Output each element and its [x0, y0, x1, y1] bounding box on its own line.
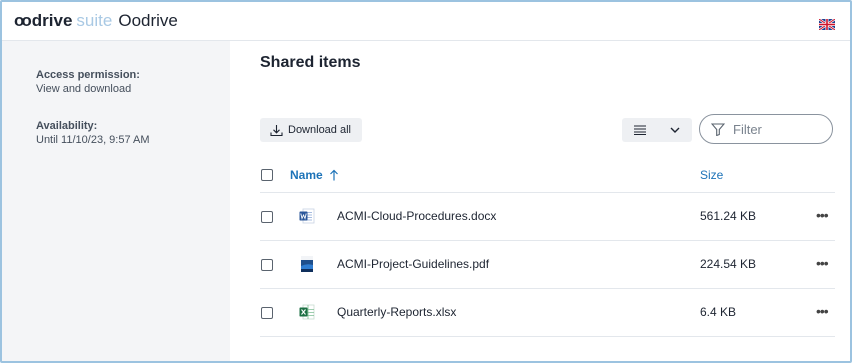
filter-field[interactable]	[699, 114, 833, 144]
file-name[interactable]: ACMI-Project-Guidelines.pdf	[337, 257, 489, 271]
row-checkbox[interactable]	[261, 211, 273, 223]
pdf-file-icon	[301, 256, 313, 272]
table-header: Name Size	[260, 159, 835, 193]
download-icon	[270, 124, 283, 136]
file-size: 6.4 KB	[700, 305, 737, 319]
file-size: 561.24 KB	[700, 209, 757, 223]
files-table: Name Size ACMI-Cloud-Procedures.docx 561…	[260, 159, 835, 337]
more-options-button[interactable]: •••	[816, 303, 829, 319]
table-row[interactable]: Quarterly-Reports.xlsx 6.4 KB •••	[260, 289, 835, 337]
logo-brand: oodrive	[14, 11, 73, 30]
sidebar: Access permission: View and download Ava…	[2, 41, 230, 361]
download-all-label: Download all	[288, 124, 351, 136]
file-size: 224.54 KB	[700, 257, 757, 271]
app-window: oodrive suite Oodrive Access permission: V…	[0, 0, 852, 363]
more-options-button[interactable]: •••	[816, 255, 829, 271]
table-row[interactable]: ACMI-Project-Guidelines.pdf 224.54 KB ••…	[260, 241, 835, 289]
column-header-name[interactable]: Name	[290, 168, 339, 182]
file-name[interactable]: ACMI-Cloud-Procedures.docx	[337, 209, 496, 223]
uk-flag-icon[interactable]	[819, 19, 835, 30]
access-permission: Access permission: View and download	[36, 68, 140, 96]
table-row[interactable]: ACMI-Cloud-Procedures.docx 561.24 KB •••	[260, 193, 835, 241]
download-all-button[interactable]: Download all	[260, 118, 362, 142]
filter-input[interactable]	[731, 120, 825, 138]
availability-value: Until 11/10/23, 9:57 AM	[36, 134, 150, 146]
page-title: Shared items	[260, 54, 361, 71]
column-header-size[interactable]: Size	[700, 168, 723, 182]
file-name[interactable]: Quarterly-Reports.xlsx	[337, 305, 456, 319]
app-logo[interactable]: oodrive suite Oodrive	[14, 11, 178, 31]
org-name: Oodrive	[118, 11, 178, 30]
row-checkbox[interactable]	[261, 259, 273, 271]
availability: Availability: Until 11/10/23, 9:57 AM	[36, 119, 150, 147]
access-permission-value: View and download	[36, 83, 132, 95]
main-content: Shared items Download all Filter Name Si…	[230, 41, 850, 361]
more-options-button[interactable]: •••	[816, 207, 829, 223]
excel-file-icon	[299, 304, 315, 320]
filter-icon	[711, 122, 725, 136]
view-mode-dropdown[interactable]	[622, 118, 692, 142]
availability-label: Availability:	[36, 120, 98, 132]
chevron-down-icon	[670, 127, 680, 133]
select-all-checkbox[interactable]	[261, 169, 273, 181]
row-checkbox[interactable]	[261, 307, 273, 319]
list-view-icon	[634, 125, 646, 135]
logo-suite: suite	[76, 11, 113, 30]
top-bar: oodrive suite Oodrive	[2, 2, 850, 41]
access-permission-label: Access permission:	[36, 69, 140, 81]
column-name-label: Name	[290, 168, 323, 182]
word-file-icon	[299, 208, 315, 224]
sort-ascending-icon	[329, 169, 338, 181]
